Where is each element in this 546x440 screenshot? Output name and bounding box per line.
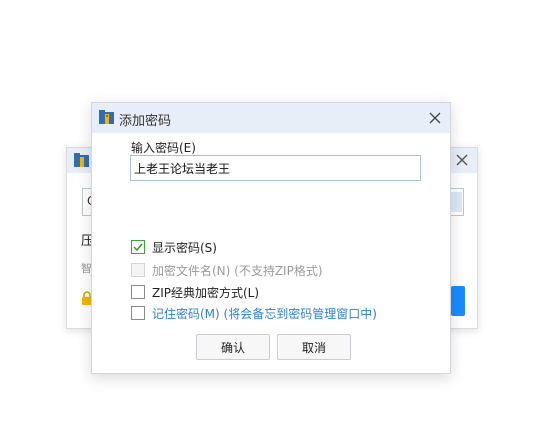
close-button[interactable]: [420, 103, 450, 133]
close-icon: [429, 112, 441, 124]
remember-password-checkbox[interactable]: 记住密码(M) (将会备忘到密码管理窗口中): [131, 305, 377, 321]
ok-button[interactable]: 确认: [196, 334, 270, 360]
dialog-title: 添加密码: [119, 114, 172, 129]
encrypt-filenames-checkbox: 加密文件名(N) (不支持ZIP格式): [131, 262, 323, 278]
checkbox-unchecked-icon[interactable]: [131, 306, 145, 320]
show-password-checkbox[interactable]: 显示密码(S): [131, 239, 217, 255]
show-password-label: 显示密码(S): [152, 240, 217, 255]
zip-classic-encryption-checkbox[interactable]: ZIP经典加密方式(L): [131, 284, 259, 300]
checkbox-unchecked-icon[interactable]: [131, 285, 145, 299]
checkbox-disabled-icon: [131, 263, 145, 277]
zip-classic-encryption-label: ZIP经典加密方式(L): [152, 285, 260, 300]
winrar-archive-icon: [74, 153, 90, 171]
password-label: 输入密码(E): [131, 141, 196, 155]
cancel-button[interactable]: 取消: [277, 334, 351, 360]
checkbox-checked-icon[interactable]: [131, 240, 145, 254]
encrypt-filenames-label: 加密文件名(N) (不支持ZIP格式): [152, 263, 323, 278]
compress-button[interactable]: [451, 286, 465, 316]
password-input[interactable]: [130, 155, 421, 181]
dialog-titlebar: 添加密码: [92, 103, 450, 133]
remember-password-label[interactable]: 记住密码(M) (将会备忘到密码管理窗口中): [152, 305, 377, 322]
add-password-dialog: 添加密码 输入密码(E) 显示密码(S) 加密文件名(N) (不支持ZIP格式)…: [91, 102, 451, 374]
winrar-archive-icon: [99, 110, 115, 128]
close-icon[interactable]: [453, 151, 471, 172]
